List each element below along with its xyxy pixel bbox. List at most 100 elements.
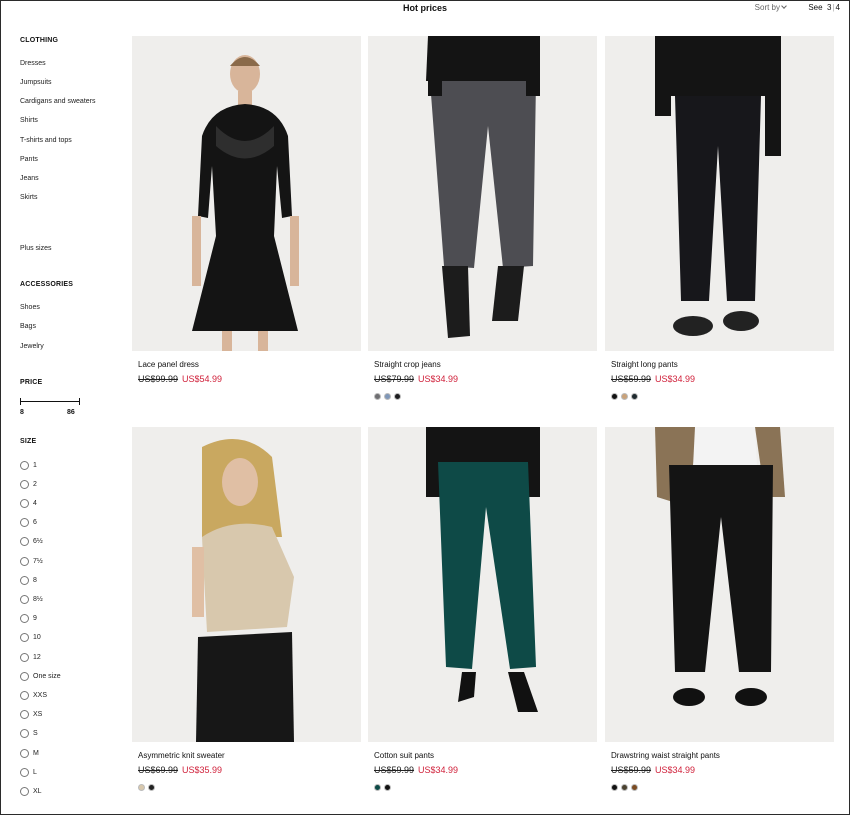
- size-radio[interactable]: [20, 498, 29, 508]
- view-separator: |: [832, 3, 835, 12]
- size-option[interactable]: L: [20, 766, 37, 778]
- product-image-long-pants[interactable]: [605, 36, 834, 351]
- color-swatch[interactable]: [611, 393, 618, 400]
- sidebar-item-bags[interactable]: Bags: [20, 323, 36, 330]
- view-4-button[interactable]: 4: [836, 3, 840, 12]
- color-swatch[interactable]: [621, 784, 628, 791]
- product-card[interactable]: [605, 36, 834, 351]
- price-max-handle[interactable]: [79, 398, 80, 405]
- sidebar-item-jewelry[interactable]: Jewelry: [20, 343, 44, 350]
- color-swatch[interactable]: [611, 784, 618, 791]
- size-radio[interactable]: [20, 594, 29, 604]
- product-name[interactable]: Drawstring waist straight pants: [611, 751, 720, 760]
- product-name[interactable]: Lace panel dress: [138, 360, 199, 369]
- product-name[interactable]: Straight long pants: [611, 360, 678, 369]
- size-radio[interactable]: [20, 633, 29, 643]
- color-swatch[interactable]: [394, 393, 401, 400]
- sidebar-item-tshirts[interactable]: T-shirts and tops: [20, 137, 72, 144]
- size-radio[interactable]: [20, 652, 29, 662]
- product-card[interactable]: [368, 36, 597, 351]
- size-option[interactable]: 8: [20, 574, 37, 586]
- size-option[interactable]: 4: [20, 497, 37, 509]
- sale-price: US$34.99: [418, 374, 459, 384]
- product-image-lace-dress[interactable]: [132, 36, 361, 351]
- sidebar-item-jumpsuits[interactable]: Jumpsuits: [20, 79, 52, 86]
- sort-by-dropdown[interactable]: Sort by: [754, 3, 787, 12]
- price-min-value: 8: [20, 409, 24, 416]
- size-option[interactable]: One size: [20, 670, 61, 682]
- view-3-button[interactable]: 3: [827, 3, 831, 12]
- color-swatch[interactable]: [631, 784, 638, 791]
- size-radio[interactable]: [20, 575, 29, 585]
- size-option[interactable]: XL: [20, 785, 42, 797]
- product-image-cotton-suit-pants[interactable]: [368, 427, 597, 742]
- size-radio[interactable]: [20, 710, 29, 720]
- size-label: 8: [33, 576, 37, 584]
- product-image-drawstring-pants[interactable]: [605, 427, 834, 742]
- size-option[interactable]: 7½: [20, 555, 43, 567]
- size-radio[interactable]: [20, 729, 29, 739]
- size-label: XS: [33, 711, 43, 719]
- size-radio[interactable]: [20, 786, 29, 796]
- size-option[interactable]: 2: [20, 478, 37, 490]
- sidebar-item-dresses[interactable]: Dresses: [20, 60, 46, 67]
- size-label: 10: [33, 634, 41, 642]
- size-radio[interactable]: [20, 614, 29, 624]
- size-radio[interactable]: [20, 690, 29, 700]
- size-option[interactable]: 8½: [20, 593, 43, 605]
- size-option[interactable]: 9: [20, 613, 37, 625]
- color-swatch[interactable]: [138, 784, 145, 791]
- size-option[interactable]: 6½: [20, 536, 43, 548]
- sidebar-item-plus-sizes[interactable]: Plus sizes: [20, 245, 52, 252]
- color-swatch[interactable]: [384, 393, 391, 400]
- sort-by-label: Sort by: [754, 3, 780, 12]
- size-option[interactable]: 1: [20, 459, 37, 471]
- size-radio[interactable]: [20, 479, 29, 489]
- size-option[interactable]: XXS: [20, 689, 47, 701]
- sidebar-item-jeans[interactable]: Jeans: [20, 175, 39, 182]
- size-option[interactable]: 10: [20, 632, 41, 644]
- sidebar-item-shirts[interactable]: Shirts: [20, 117, 38, 124]
- product-card[interactable]: [368, 427, 597, 742]
- sidebar-item-cardigans[interactable]: Cardigans and sweaters: [20, 98, 96, 105]
- size-radio[interactable]: [20, 748, 29, 758]
- color-swatch[interactable]: [621, 393, 628, 400]
- accessories-title: ACCESSORIES: [20, 281, 74, 288]
- long-pants-figure: [605, 36, 834, 351]
- size-radio[interactable]: [20, 537, 29, 547]
- product-name[interactable]: Asymmetric knit sweater: [138, 751, 225, 760]
- color-swatch[interactable]: [374, 784, 381, 791]
- color-swatch[interactable]: [374, 393, 381, 400]
- size-radio[interactable]: [20, 556, 29, 566]
- size-radio[interactable]: [20, 518, 29, 528]
- color-swatch[interactable]: [384, 784, 391, 791]
- size-option[interactable]: S: [20, 728, 38, 740]
- color-swatch[interactable]: [631, 393, 638, 400]
- top-bar: Hot prices Sort by See 3|4: [0, 0, 850, 20]
- price-title: PRICE: [20, 379, 43, 386]
- view-options: See 3|4: [808, 3, 840, 12]
- color-swatches: [611, 784, 638, 791]
- sidebar-item-skirts[interactable]: Skirts: [20, 194, 38, 201]
- size-radio[interactable]: [20, 460, 29, 470]
- product-name[interactable]: Cotton suit pants: [374, 751, 434, 760]
- product-name[interactable]: Straight crop jeans: [374, 360, 441, 369]
- price-min-handle[interactable]: [20, 398, 21, 405]
- product-image-knit-sweater[interactable]: [132, 427, 361, 742]
- size-option[interactable]: 12: [20, 651, 41, 663]
- sidebar-item-pants[interactable]: Pants: [20, 156, 38, 163]
- sidebar-item-shoes[interactable]: Shoes: [20, 304, 40, 311]
- product-prices: US$79.99 US$34.99: [374, 374, 458, 384]
- size-radio[interactable]: [20, 767, 29, 777]
- size-option[interactable]: 6: [20, 517, 37, 529]
- size-radio[interactable]: [20, 671, 29, 681]
- product-image-crop-jeans[interactable]: [368, 36, 597, 351]
- size-option[interactable]: M: [20, 747, 39, 759]
- product-card[interactable]: [605, 427, 834, 742]
- product-card[interactable]: [132, 427, 361, 742]
- color-swatch[interactable]: [148, 784, 155, 791]
- size-option[interactable]: XS: [20, 709, 42, 721]
- product-card[interactable]: [132, 36, 361, 351]
- sweater-figure: [132, 427, 361, 742]
- size-label: 9: [33, 615, 37, 623]
